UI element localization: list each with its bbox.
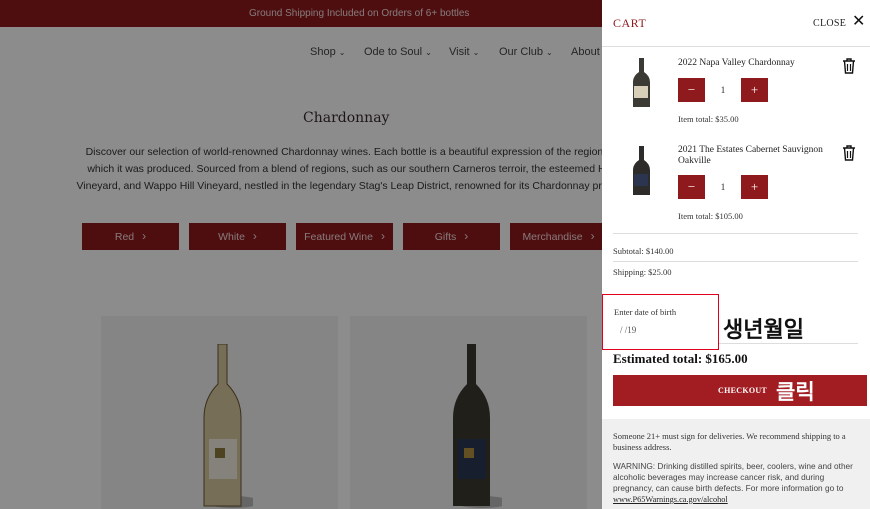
- warning-text: WARNING: Drinking distilled spirits, bee…: [613, 461, 853, 493]
- shipping: Shipping: $25.00: [613, 267, 672, 277]
- item-name: 2022 Napa Valley Chardonnay: [678, 58, 795, 68]
- item-total: Item total: $35.00: [678, 114, 739, 124]
- product-thumbnail: [633, 58, 650, 107]
- product-thumbnail: [633, 146, 650, 195]
- divider: [613, 261, 858, 262]
- p65-warnings-link[interactable]: www.P65Warnings.ca.gov/alcohol: [613, 495, 728, 504]
- quantity-input[interactable]: 1: [705, 78, 741, 102]
- delivery-notice: Someone 21+ must sign for deliveries. We…: [613, 431, 846, 452]
- annotation-click: 클릭: [776, 380, 815, 404]
- decrement-button[interactable]: −: [678, 175, 705, 199]
- annotation-dob: 생년월일: [723, 318, 804, 343]
- item-total: Item total: $105.00: [678, 211, 743, 221]
- estimated-total: Estimated total: $165.00: [613, 351, 748, 366]
- cart-drawer: CART CLOSE ✕ 2022 Napa Valley Chardonnay…: [602, 0, 870, 509]
- cart-title: CART: [613, 16, 647, 30]
- quantity-input[interactable]: 1: [705, 175, 741, 199]
- item-name: 2021 The Estates Cabernet Sauvignon Oakv…: [678, 145, 823, 166]
- increment-button[interactable]: +: [741, 78, 768, 102]
- decrement-button[interactable]: −: [678, 78, 705, 102]
- dob-input[interactable]: / /19: [620, 325, 670, 339]
- dob-highlight-box: [602, 294, 719, 350]
- close-icon[interactable]: ✕: [852, 14, 865, 30]
- trash-icon[interactable]: [842, 58, 856, 74]
- subtotal: Subtotal: $140.00: [613, 246, 674, 256]
- dob-label: Enter date of birth: [614, 307, 677, 317]
- modal-backdrop[interactable]: [0, 0, 602, 509]
- trash-icon[interactable]: [842, 145, 856, 161]
- prop65-warning: WARNING: Drinking distilled spirits, bee…: [613, 461, 865, 505]
- increment-button[interactable]: +: [741, 175, 768, 199]
- checkout-button[interactable]: CHECKOUT: [613, 375, 867, 406]
- divider: [613, 233, 858, 234]
- cart-header: CART CLOSE ✕: [602, 0, 870, 47]
- close-button[interactable]: CLOSE: [813, 18, 846, 29]
